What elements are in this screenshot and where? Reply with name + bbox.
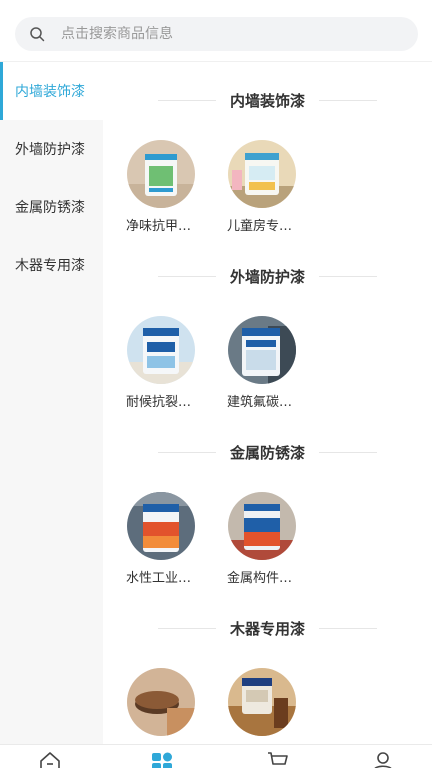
product-name: 水性工业… (126, 571, 192, 586)
search-input[interactable] (61, 26, 361, 42)
search-bar[interactable] (15, 17, 418, 51)
product-card[interactable]: 金属构件… (204, 492, 296, 586)
product-list: 内墙装饰漆 净味抗甲… 儿童房专… 外墙防护漆 耐候抗裂… 建筑氟碳… 金属防锈… (103, 62, 432, 744)
product-image (228, 140, 296, 208)
product-card[interactable]: 水性工业… (103, 492, 195, 586)
section-title: 内墙装饰漆 (103, 88, 432, 112)
section-title: 金属防锈漆 (103, 440, 432, 464)
product-name: 耐候抗裂… (126, 395, 192, 410)
tab-cart[interactable] (266, 750, 290, 768)
product-image (127, 492, 195, 560)
sidebar-item-wood-paint[interactable]: 木器专用漆 (0, 236, 103, 294)
sidebar-item-interior-paint[interactable]: 内墙装饰漆 (0, 62, 103, 120)
product-image (127, 140, 195, 208)
section-title-text: 内墙装饰漆 (229, 91, 305, 110)
top-bar (0, 0, 432, 62)
product-name: 金属构件… (227, 571, 293, 586)
product-name: 建筑氟碳… (227, 395, 293, 410)
sidebar-item-exterior-paint[interactable]: 外墙防护漆 (0, 120, 103, 178)
sidebar-item-label: 木器专用漆 (15, 258, 85, 274)
product-image (127, 668, 195, 736)
product-image (228, 668, 296, 736)
product-card[interactable]: 儿童房专… (204, 140, 296, 234)
user-icon (374, 752, 392, 768)
section-title-text: 外墙防护漆 (229, 267, 305, 286)
bottom-tab-bar (0, 744, 432, 768)
tab-home[interactable] (38, 750, 62, 768)
sidebar-item-label: 金属防锈漆 (15, 200, 85, 216)
product-name: 儿童房专… (227, 219, 293, 234)
product-name: 净味抗甲… (126, 219, 192, 234)
category-sidebar: 内墙装饰漆 外墙防护漆 金属防锈漆 木器专用漆 (0, 62, 103, 744)
sidebar-item-label: 内墙装饰漆 (15, 84, 85, 100)
cart-icon (268, 752, 288, 765)
sidebar-item-metal-paint[interactable]: 金属防锈漆 (0, 178, 103, 236)
tab-category[interactable] (150, 750, 174, 768)
product-card[interactable] (103, 668, 195, 736)
product-image (127, 316, 195, 384)
tab-profile[interactable] (371, 750, 395, 768)
section-title: 外墙防护漆 (103, 264, 432, 288)
product-card[interactable]: 建筑氟碳… (204, 316, 296, 410)
product-image (228, 492, 296, 560)
product-card[interactable]: 净味抗甲… (103, 140, 195, 234)
search-icon (30, 27, 45, 42)
section-title-text: 金属防锈漆 (229, 443, 305, 462)
product-image (228, 316, 296, 384)
section-title-text: 木器专用漆 (229, 619, 305, 638)
section-title: 木器专用漆 (103, 616, 432, 640)
category-icon (152, 752, 172, 768)
home-icon (40, 752, 60, 768)
product-card[interactable] (204, 668, 296, 736)
product-card[interactable]: 耐候抗裂… (103, 316, 195, 410)
sidebar-item-label: 外墙防护漆 (15, 142, 85, 158)
